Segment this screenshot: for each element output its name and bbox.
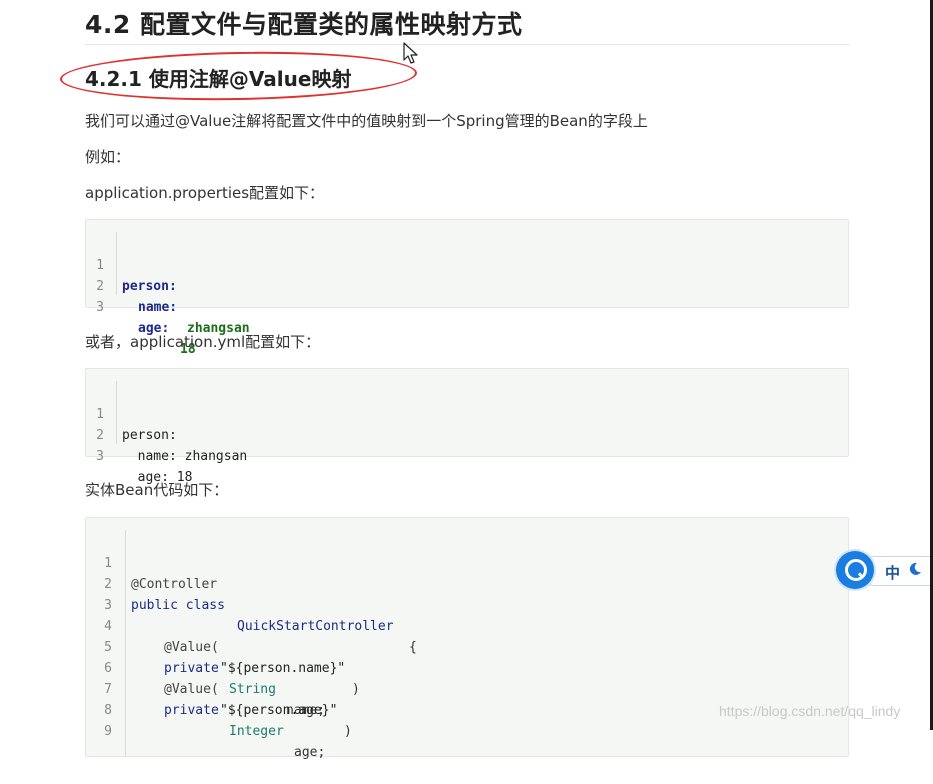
code-line: 2 public class QuickStartController { [86, 553, 417, 655]
line-number: 9 [104, 724, 112, 739]
code-brace: { [409, 640, 417, 655]
code-line: 3 age: 18 [86, 276, 195, 357]
section-heading: 4.2 配置文件与配置类的属性映射方式 [85, 10, 523, 39]
yml-label: 或者，application.yml配置如下： [85, 333, 321, 351]
bean-label: 实体Bean代码如下： [85, 481, 229, 499]
code-line: 8 [86, 679, 133, 718]
code-paren: ) [352, 682, 360, 697]
code-annotation: @Value( [164, 682, 219, 697]
mouse-cursor-icon [403, 42, 418, 64]
heading-divider [85, 44, 850, 45]
code-line: 2 name: zhangsan [86, 404, 247, 464]
line-number: 3 [96, 449, 104, 464]
red-annotation-ellipse [59, 48, 418, 104]
code-line: 1 person: [86, 234, 177, 294]
code-classname: QuickStartController [237, 619, 394, 634]
code-identifier: age; [294, 745, 326, 760]
properties-label: application.properties配置如下： [85, 184, 325, 202]
code-block-yml: 1 person: 2 name: zhangsan 3 age: 18 [85, 368, 849, 485]
code-annotation: @Controller [131, 577, 218, 592]
moon-icon[interactable] [908, 562, 922, 576]
code-block-properties: 1 person: 2 name: zhangsan 3 age: 18 [85, 219, 849, 357]
code-string: "${person.age}" [220, 703, 338, 718]
code-line: 9 [86, 700, 133, 739]
code-type: String [229, 682, 276, 697]
yaml-key: name: [138, 300, 178, 315]
code-type: Integer [229, 724, 284, 739]
code-line: 7 private Integer age; [86, 658, 325, 760]
code-keyword: private [164, 661, 219, 676]
code-line: 2 name: zhangsan [86, 255, 249, 336]
code-keyword: public class [131, 598, 225, 613]
code-keyword: private [164, 703, 219, 718]
code-line: 3 age: 18 [86, 425, 192, 485]
code-string: "${person.name}" [220, 661, 346, 676]
code-text: name: zhangsan [122, 449, 248, 464]
code-line: 1 @Controller [86, 532, 217, 592]
watermark: https://blog.csdn.net/qq_lindy [719, 703, 901, 719]
code-block-java: 1 @Controller 2 public class QuickStartC… [85, 517, 849, 760]
example-label: 例如： [85, 148, 131, 166]
ime-logo-icon[interactable] [836, 551, 874, 589]
code-line: 1 person: [86, 383, 177, 443]
line-number: 3 [96, 300, 104, 315]
code-line: 5 private String name; [86, 616, 325, 718]
code-line: 4 @Value( "${person.name}" ) [86, 595, 360, 697]
ime-mode-toggle[interactable]: 中 [885, 562, 900, 583]
code-paren: ) [344, 724, 352, 739]
code-line: 3 [86, 574, 133, 613]
ime-toolbar[interactable]: 中 [836, 549, 933, 590]
code-annotation: @Value( [164, 640, 219, 655]
intro-paragraph: 我们可以通过@Value注解将配置文件中的值映射到一个Spring管理的Bean… [85, 112, 648, 130]
code-line: 6 @Value( "${person.age}" ) [86, 637, 352, 739]
